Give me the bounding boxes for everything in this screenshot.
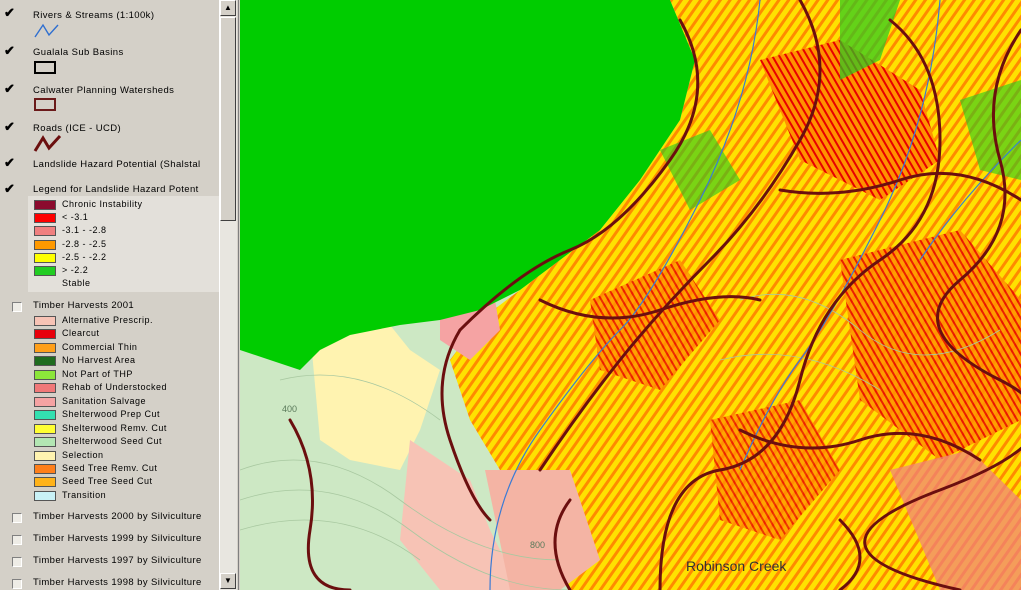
checkbox-rivers[interactable]: ✔: [4, 6, 17, 19]
timber-legend-label: Clearcut: [62, 328, 100, 339]
landslide-legend-label: Chronic Instability: [62, 199, 143, 209]
timber-legend-label: Seed Tree Seed Cut: [62, 476, 153, 487]
landslide-legend-swatch: [34, 213, 56, 224]
timber-legend-swatch: [34, 329, 56, 340]
timber-legend-label: Not Part of THP: [62, 368, 133, 379]
timber-legend-swatch: [34, 383, 56, 394]
timber-legend-label: Commercial Thin: [62, 341, 138, 352]
timber-legend-label: Alternative Prescrip.: [62, 315, 154, 325]
timber-legend-label: Sanitation Salvage: [62, 395, 147, 406]
layer-watersheds[interactable]: Calwater Planning Watersheds: [33, 85, 174, 96]
road-line-icon: [33, 134, 62, 152]
landslide-legend-swatch: [34, 200, 56, 210]
landslide-legend-label: -2.5 - -2.2: [62, 251, 107, 262]
checkbox-landslide-legend[interactable]: ✔: [4, 182, 17, 195]
landslide-legend-label: > -2.2: [62, 265, 89, 275]
contour-label-400: 400: [282, 404, 297, 414]
timber-legend-swatch: [34, 450, 56, 461]
scroll-up-button[interactable]: ▲: [220, 0, 236, 16]
checkbox-subbasins[interactable]: ✔: [4, 44, 17, 57]
timber-legend-swatch: [34, 356, 56, 367]
timber-legend-label: Shelterwood Seed Cut: [62, 436, 163, 447]
timber-legend-swatch: [34, 463, 56, 474]
layer-landslide[interactable]: Landslide Hazard Potential (Shalstal: [33, 159, 201, 170]
layer-landslide-legend[interactable]: Legend for Landslide Hazard Potent: [33, 184, 199, 195]
timber-legend-label: Selection: [62, 449, 104, 460]
landslide-legend-label: -3.1 - -2.8: [62, 225, 107, 236]
layer-rivers[interactable]: Rivers & Streams (1:100k): [33, 10, 154, 21]
timber-legend-label: No Harvest Area: [62, 355, 136, 366]
timber-legend-swatch: [34, 316, 56, 326]
map-view[interactable]: 400 800 Robinson Creek: [240, 0, 1021, 590]
polygon-outline-icon: [34, 61, 56, 74]
layer-roads[interactable]: Roads (ICE - UCD): [33, 123, 121, 134]
polygon-outline-icon: [34, 98, 56, 111]
layer-timber-1997[interactable]: Timber Harvests 1997 by Silviculture: [33, 555, 202, 566]
layer-subbasins[interactable]: Gualala Sub Basins: [33, 47, 124, 58]
landslide-legend-label: Stable: [62, 278, 91, 289]
scroll-down-button[interactable]: ▼: [220, 573, 236, 589]
stream-line-icon: [34, 23, 59, 38]
checkbox-timber-1997[interactable]: [12, 557, 22, 567]
landslide-legend-panel: [28, 196, 219, 292]
layer-timber-1999[interactable]: Timber Harvests 1999 by Silviculture: [33, 533, 202, 544]
checkbox-timber-1999[interactable]: [12, 535, 22, 545]
checkbox-landslide[interactable]: ✔: [4, 156, 17, 169]
place-label-robinson-creek: Robinson Creek: [686, 558, 787, 574]
timber-legend-label: Shelterwood Remv. Cut: [62, 422, 167, 433]
timber-legend-label: Rehab of Understocked: [62, 382, 168, 393]
timber-legend-swatch: [34, 437, 56, 448]
checkbox-timber-2000[interactable]: [12, 513, 22, 523]
checkbox-roads[interactable]: ✔: [4, 120, 17, 133]
layer-timber-2000[interactable]: Timber Harvests 2000 by Silviculture: [33, 511, 202, 522]
landslide-legend-swatch: [34, 266, 56, 276]
table-of-contents: ▲ ▼ ✔ Rivers & Streams (1:100k) ✔ Gualal…: [0, 0, 239, 590]
checkbox-watersheds[interactable]: ✔: [4, 82, 17, 95]
timber-legend-swatch: [34, 369, 56, 380]
timber-legend-swatch: [34, 477, 56, 488]
scroll-thumb[interactable]: [220, 17, 236, 221]
timber-legend-label: Seed Tree Remv. Cut: [62, 462, 158, 473]
layer-timber-1998[interactable]: Timber Harvests 1998 by Silviculture: [33, 577, 202, 588]
toc-scrollbar[interactable]: ▲ ▼: [219, 0, 237, 590]
checkbox-timber-2001[interactable]: [12, 302, 22, 312]
landslide-legend-swatch: [34, 239, 56, 250]
layer-timber-2001[interactable]: Timber Harvests 2001: [33, 300, 134, 311]
timber-legend-swatch: [34, 396, 56, 407]
contour-label-800: 800: [530, 540, 545, 550]
timber-legend-swatch: [34, 423, 56, 434]
timber-legend-label: Shelterwood Prep Cut: [62, 409, 161, 420]
landslide-legend-swatch: [34, 226, 56, 237]
landslide-legend-label: < -3.1: [62, 212, 89, 223]
checkbox-timber-1998[interactable]: [12, 579, 22, 589]
landslide-legend-swatch: [34, 252, 56, 263]
map-canvas[interactable]: 400 800: [240, 0, 1021, 590]
landslide-legend-label: -2.8 - -2.5: [62, 238, 107, 249]
timber-legend-swatch: [34, 490, 56, 501]
timber-legend-swatch: [34, 342, 56, 353]
timber-legend-label: Transition: [62, 489, 107, 500]
timber-legend-swatch: [34, 410, 56, 421]
